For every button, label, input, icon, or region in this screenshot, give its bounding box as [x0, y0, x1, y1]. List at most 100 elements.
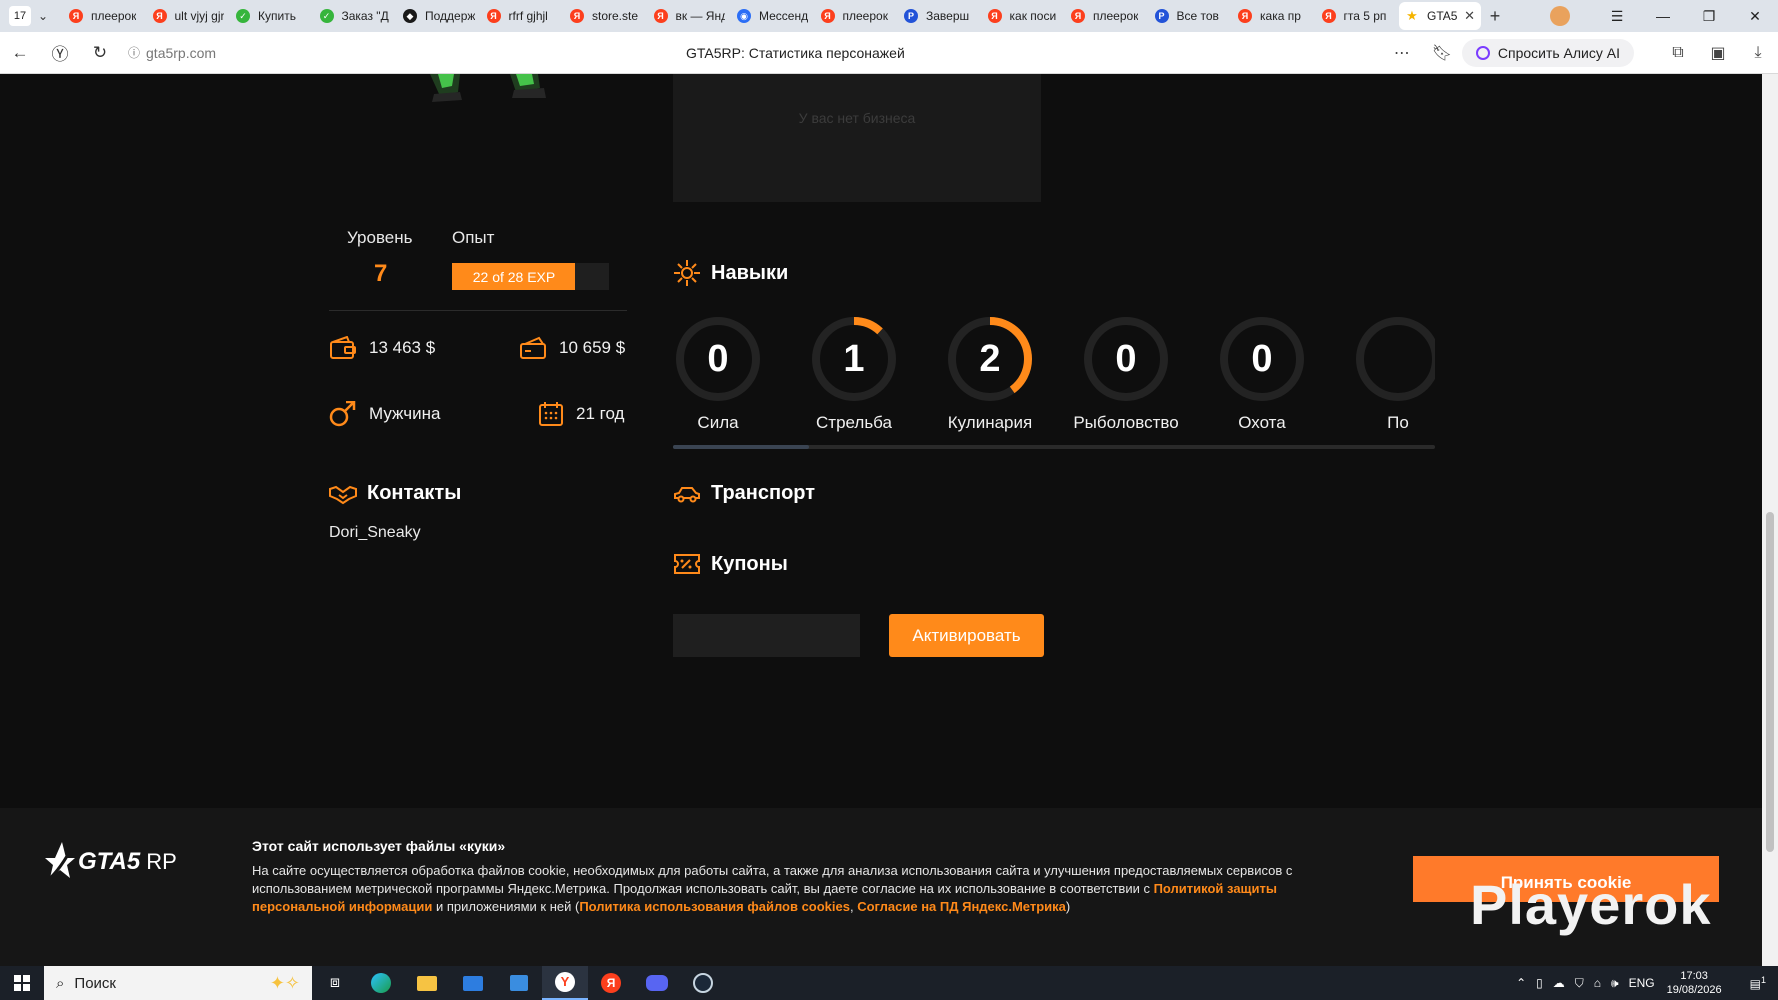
character-image: [430, 74, 546, 102]
skill-item[interactable]: 2 Кулинария: [930, 315, 1050, 433]
store-icon[interactable]: [496, 966, 542, 1000]
no-business-text: У вас нет бизнеса: [798, 110, 916, 126]
tab-label: ult vjyj gjrehfnm: [174, 9, 225, 23]
skill-item[interactable]: 0 Рыболовство: [1066, 315, 1186, 433]
browser-tab[interactable]: ✓ Купить: [230, 2, 314, 30]
cookie-banner: GTA5 RP Этот сайт использует файлы «куки…: [0, 808, 1762, 966]
profile-avatar[interactable]: [1550, 6, 1570, 26]
search-icon: ⌕: [56, 974, 65, 992]
browser-tab[interactable]: Яплеерок: [63, 2, 147, 30]
back-button[interactable]: ←: [0, 43, 40, 63]
favicon-icon: P: [904, 9, 918, 23]
clock[interactable]: 17:03 19/08/2026: [1667, 969, 1722, 997]
skill-name: Сила: [697, 413, 739, 432]
discord-icon[interactable]: [634, 966, 680, 1000]
restore-button[interactable]: ❐: [1686, 8, 1732, 25]
ask-alice-button[interactable]: Спросить Алису AI: [1461, 39, 1634, 67]
browser-tab[interactable]: P Все тов: [1149, 2, 1233, 30]
contact-item[interactable]: Dori_Sneaky: [329, 524, 421, 542]
exp-text: 22 of 28 EXP: [472, 268, 556, 285]
coupon-input[interactable]: [673, 614, 860, 657]
network-icon[interactable]: ⌂: [1594, 976, 1601, 990]
url-field[interactable]: ⓘ gta5rp.com GTA5RP: Статистика персонаж…: [128, 44, 1468, 61]
contacts-header: Контакты: [329, 482, 461, 505]
menu-icon[interactable]: ☰: [1594, 8, 1640, 25]
skill-item[interactable]: 1 Стрельба: [794, 315, 914, 433]
browser-tab[interactable]: Яstore.ste: [564, 2, 648, 30]
yandex-home-icon[interactable]: Ⓨ: [40, 40, 80, 65]
mail-icon[interactable]: [450, 966, 496, 1000]
chevron-up-icon[interactable]: ⌃: [1516, 976, 1526, 990]
favicon-icon: ✓: [236, 9, 250, 23]
browser-tab[interactable]: Яплеерок: [1065, 2, 1149, 30]
tab-label: Мессенд: [759, 9, 809, 23]
close-icon[interactable]: ✕: [1460, 8, 1475, 24]
task-view-icon[interactable]: ⧈: [312, 966, 358, 1000]
skill-item[interactable]: 0 Сила: [673, 315, 778, 433]
yandex-icon[interactable]: Я: [588, 966, 634, 1000]
device-icon[interactable]: ▯: [1536, 976, 1543, 990]
start-button[interactable]: [0, 966, 44, 1000]
browser-tab[interactable]: Якака пр: [1232, 2, 1316, 30]
more-icon[interactable]: ⋯: [1382, 43, 1422, 63]
clock-date: 19/08/2026: [1666, 984, 1722, 996]
file-explorer-icon[interactable]: [404, 966, 450, 1000]
browser-tab[interactable]: Якак поси: [982, 2, 1066, 30]
favicon-icon: Я: [486, 9, 501, 23]
cookie-title: Этот сайт использует файлы «куки»: [252, 838, 506, 854]
skill-item[interactable]: По: [1338, 315, 1435, 433]
extensions-icon[interactable]: ▣: [1698, 43, 1738, 63]
activate-coupon-button[interactable]: Активировать: [889, 614, 1044, 657]
browser-tab[interactable]: Яrfrf gjhjl: [481, 2, 565, 30]
security-icon[interactable]: ⛉: [1575, 976, 1584, 991]
tab-label: кака пр: [1260, 9, 1301, 23]
site-info-icon[interactable]: ⓘ: [128, 44, 140, 61]
browser-tab[interactable]: Яплеерок: [815, 2, 899, 30]
notifications-icon[interactable]: ▤1: [1750, 975, 1766, 991]
skill-progress-ring: 1: [810, 315, 898, 403]
favicon-icon: Я: [653, 9, 668, 23]
collections-icon[interactable]: ⧉: [1658, 44, 1698, 62]
browser-tab[interactable]: Явк — Янд: [648, 2, 732, 30]
skills-scrollbar[interactable]: [673, 445, 1435, 449]
age-value: 21 год: [576, 404, 625, 423]
reload-button[interactable]: ↻: [80, 43, 120, 63]
bank-value: 10 659 $: [559, 338, 626, 357]
taskbar: ⌕ Поиск ✦✧ ⧈ Y Я ⌃ ▯ ☁ ⛉ ⌂ 🕪︎ ENG 17:03 …: [0, 966, 1778, 1000]
age-stat: 21 год: [538, 401, 624, 427]
skill-progress-ring: 2: [946, 315, 1034, 403]
steam-icon[interactable]: [680, 966, 726, 1000]
downloads-icon[interactable]: ⤓: [1738, 44, 1778, 62]
chevron-down-icon[interactable]: ⌄: [31, 9, 55, 23]
page-title: GTA5RP: Статистика персонажей: [686, 44, 905, 61]
browser-tab[interactable]: Яult vjyj gjrehfnm: [147, 2, 231, 30]
browser-tab[interactable]: Ягта 5 рп: [1316, 2, 1400, 30]
business-card: У вас нет бизнеса: [673, 74, 1041, 202]
cookie-policy-link[interactable]: Политика использования файлов cookies: [579, 899, 850, 914]
sparkle-icon: ✦✧: [269, 972, 300, 993]
bookmark-icon[interactable]: 🔖︎: [1422, 43, 1462, 63]
new-tab-button[interactable]: +: [1481, 6, 1509, 27]
tab-active[interactable]: ★ GTA5 ✕: [1399, 2, 1481, 30]
browser-tab[interactable]: ✓ Заказ "Д: [314, 2, 398, 30]
tab-count-badge[interactable]: 17: [9, 6, 31, 26]
taskbar-search[interactable]: ⌕ Поиск ✦✧: [44, 966, 312, 1000]
metrika-consent-link[interactable]: Согласие на ПД Яндекс.Метрика: [857, 899, 1066, 914]
skills-scroll-thumb[interactable]: [673, 445, 809, 449]
skill-item[interactable]: 0 Охота: [1202, 315, 1322, 433]
url-text[interactable]: gta5rp.com: [146, 45, 686, 61]
browser-tab[interactable]: ◉ Мессенд: [731, 2, 815, 30]
close-window-button[interactable]: ✕: [1732, 8, 1778, 25]
page-scroll-thumb[interactable]: [1766, 512, 1774, 852]
yandex-browser-icon[interactable]: Y: [542, 966, 588, 1000]
browser-tab[interactable]: ◆ Поддерж: [397, 2, 481, 30]
skills-header: Навыки: [673, 259, 788, 287]
volume-icon[interactable]: 🕪︎: [1611, 976, 1619, 991]
minimize-button[interactable]: —: [1640, 8, 1686, 24]
browser-tab[interactable]: P Заверш: [898, 2, 982, 30]
page-scrollbar[interactable]: [1762, 74, 1778, 966]
onedrive-icon[interactable]: ☁: [1553, 976, 1565, 990]
language-indicator[interactable]: ENG: [1629, 976, 1655, 990]
tab-label: плеерок: [91, 9, 137, 23]
edge-icon[interactable]: [358, 966, 404, 1000]
